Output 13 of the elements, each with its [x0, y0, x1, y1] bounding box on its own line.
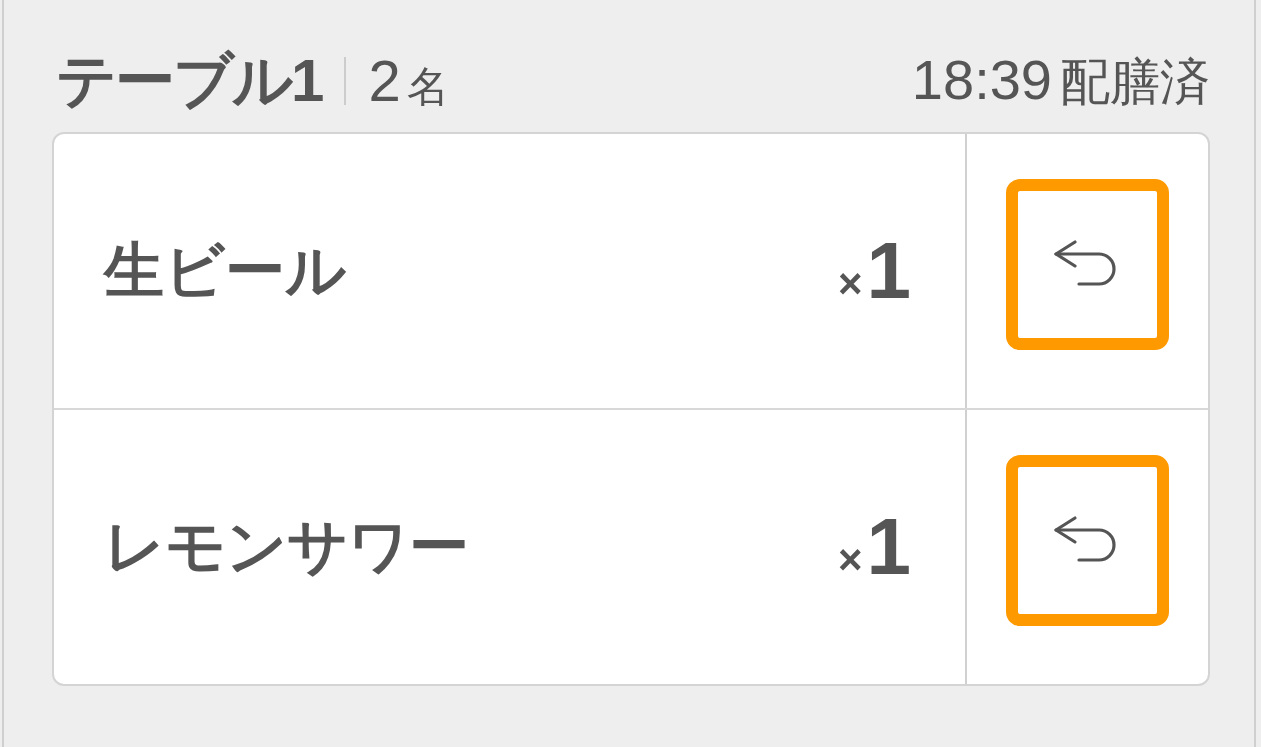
guest-unit: 名	[406, 61, 449, 112]
item-name: 生ビール	[104, 235, 346, 306]
times-sign: ×	[837, 536, 863, 584]
times-sign: ×	[837, 260, 863, 308]
served-time: 18:39	[911, 46, 1052, 112]
guest-count: 2	[368, 46, 401, 114]
item-quantity: 1	[866, 225, 911, 317]
undo-button[interactable]	[1006, 454, 1169, 626]
served-status: 配膳済	[1060, 52, 1210, 112]
item-name: レモンサワー	[104, 511, 469, 582]
item-quantity: 1	[866, 501, 911, 593]
undo-button[interactable]	[1006, 178, 1169, 350]
table-name: テーブル1	[56, 45, 323, 116]
